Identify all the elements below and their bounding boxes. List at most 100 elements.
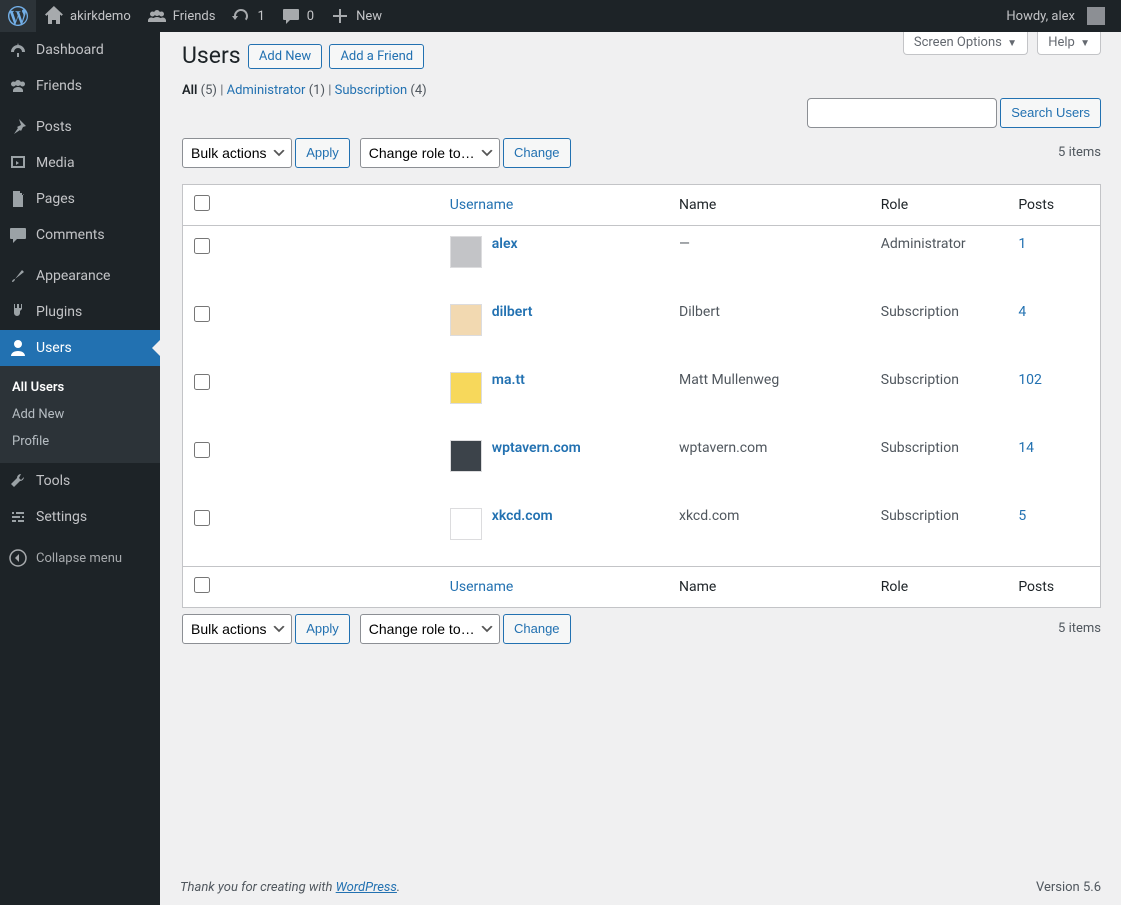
- select-all-checkbox[interactable]: [194, 577, 210, 593]
- row-checkbox[interactable]: [194, 238, 210, 254]
- screen-options-button[interactable]: Screen Options ▼: [903, 32, 1028, 55]
- username-link[interactable]: dilbert: [492, 304, 533, 320]
- menu-label: Appearance: [36, 268, 110, 284]
- col-posts: Posts: [1008, 566, 1100, 607]
- posts-link[interactable]: 4: [1018, 304, 1026, 320]
- apply-button[interactable]: Apply: [295, 138, 350, 168]
- name-cell: Matt Mullenweg: [669, 362, 871, 430]
- menu-users[interactable]: Users: [0, 330, 160, 366]
- search-users-button[interactable]: Search Users: [1000, 98, 1101, 128]
- dashboard-icon: [8, 40, 28, 60]
- submenu-profile[interactable]: Profile: [0, 428, 160, 455]
- role-cell: Subscription: [871, 430, 1009, 498]
- chevron-down-icon: ▼: [1080, 38, 1090, 49]
- bulk-action-select[interactable]: Bulk actions: [182, 138, 292, 168]
- menu-media[interactable]: Media: [0, 145, 160, 181]
- view-filters: All (5) | Administrator (1) | Subscripti…: [182, 83, 1101, 98]
- friends-link[interactable]: Friends: [139, 0, 224, 32]
- menu-label: Friends: [36, 78, 82, 94]
- filter-subscription[interactable]: Subscription: [335, 83, 408, 98]
- add-new-button[interactable]: Add New: [248, 44, 322, 69]
- refresh-link[interactable]: 1: [223, 0, 272, 32]
- items-count: 5 items: [1058, 614, 1101, 644]
- comment-icon: [8, 225, 28, 245]
- posts-link[interactable]: 5: [1018, 508, 1026, 524]
- menu-pages[interactable]: Pages: [0, 181, 160, 217]
- comment-icon: [281, 6, 301, 26]
- posts-link[interactable]: 102: [1018, 372, 1042, 388]
- name-cell: wptavern.com: [669, 430, 871, 498]
- role-cell: Subscription: [871, 498, 1009, 566]
- items-count: 5 items: [1058, 138, 1101, 168]
- comments-link[interactable]: 0: [273, 0, 322, 32]
- username-link[interactable]: alex: [492, 236, 518, 252]
- account-link[interactable]: Howdy, alex: [998, 0, 1113, 32]
- help-button[interactable]: Help ▼: [1037, 32, 1101, 55]
- settings-icon: [8, 507, 28, 527]
- brush-icon: [8, 266, 28, 286]
- col-username[interactable]: Username: [450, 197, 514, 213]
- posts-link[interactable]: 14: [1018, 440, 1034, 456]
- apply-button[interactable]: Apply: [295, 614, 350, 644]
- friends-icon: [8, 76, 28, 96]
- howdy-label: Howdy, alex: [1006, 9, 1075, 24]
- role-cell: Subscription: [871, 362, 1009, 430]
- row-checkbox[interactable]: [194, 510, 210, 526]
- table-row: alex — Administrator 1: [183, 226, 1100, 294]
- menu-label: Dashboard: [36, 42, 104, 58]
- new-link[interactable]: New: [322, 0, 390, 32]
- menu-dashboard[interactable]: Dashboard: [0, 32, 160, 68]
- admin-bar: akirkdemo Friends 1 0 New Howdy, alex: [0, 0, 1121, 32]
- posts-link[interactable]: 1: [1018, 236, 1026, 252]
- menu-friends[interactable]: Friends: [0, 68, 160, 104]
- filter-administrator[interactable]: Administrator: [227, 83, 306, 98]
- menu-tools[interactable]: Tools: [0, 463, 160, 499]
- collapse-icon: [8, 548, 28, 568]
- username-link[interactable]: xkcd.com: [492, 508, 553, 524]
- submenu-all-users[interactable]: All Users: [0, 374, 160, 401]
- change-role-select[interactable]: Change role to…: [360, 614, 500, 644]
- change-role-select[interactable]: Change role to…: [360, 138, 500, 168]
- role-cell: Administrator: [871, 226, 1009, 294]
- collapse-menu[interactable]: Collapse menu: [0, 540, 160, 576]
- submenu-add-new[interactable]: Add New: [0, 401, 160, 428]
- menu-posts[interactable]: Posts: [0, 109, 160, 145]
- user-search-input[interactable]: [807, 98, 997, 128]
- name-cell: Dilbert: [669, 294, 871, 362]
- chevron-down-icon: ▼: [1007, 38, 1017, 49]
- wp-logo[interactable]: [0, 0, 36, 32]
- menu-comments[interactable]: Comments: [0, 217, 160, 253]
- help-label: Help: [1048, 35, 1075, 50]
- username-link[interactable]: wptavern.com: [492, 440, 581, 456]
- pages-icon: [8, 189, 28, 209]
- row-checkbox[interactable]: [194, 374, 210, 390]
- menu-settings[interactable]: Settings: [0, 499, 160, 535]
- media-icon: [8, 153, 28, 173]
- bulk-action-select[interactable]: Bulk actions: [182, 614, 292, 644]
- row-checkbox[interactable]: [194, 306, 210, 322]
- filter-all[interactable]: All: [182, 83, 197, 98]
- table-row: xkcd.com xkcd.com Subscription 5: [183, 498, 1100, 566]
- comments-count: 0: [307, 9, 314, 24]
- menu-label: Posts: [36, 119, 72, 135]
- site-name-link[interactable]: akirkdemo: [36, 0, 139, 32]
- menu-label: Plugins: [36, 304, 82, 320]
- change-button[interactable]: Change: [503, 138, 571, 168]
- user-icon: [8, 338, 28, 358]
- menu-plugins[interactable]: Plugins: [0, 294, 160, 330]
- avatar: [450, 372, 482, 404]
- col-username[interactable]: Username: [450, 579, 514, 595]
- friends-label: Friends: [173, 9, 216, 24]
- wordpress-link[interactable]: WordPress: [336, 880, 397, 895]
- avatar: [450, 508, 482, 540]
- username-link[interactable]: ma.tt: [492, 372, 525, 388]
- col-name: Name: [669, 185, 871, 226]
- row-checkbox[interactable]: [194, 442, 210, 458]
- col-role: Role: [871, 185, 1009, 226]
- new-label: New: [356, 9, 382, 24]
- add-friend-button[interactable]: Add a Friend: [329, 44, 424, 69]
- menu-appearance[interactable]: Appearance: [0, 258, 160, 294]
- change-button[interactable]: Change: [503, 614, 571, 644]
- col-posts: Posts: [1008, 185, 1100, 226]
- select-all-checkbox[interactable]: [194, 195, 210, 211]
